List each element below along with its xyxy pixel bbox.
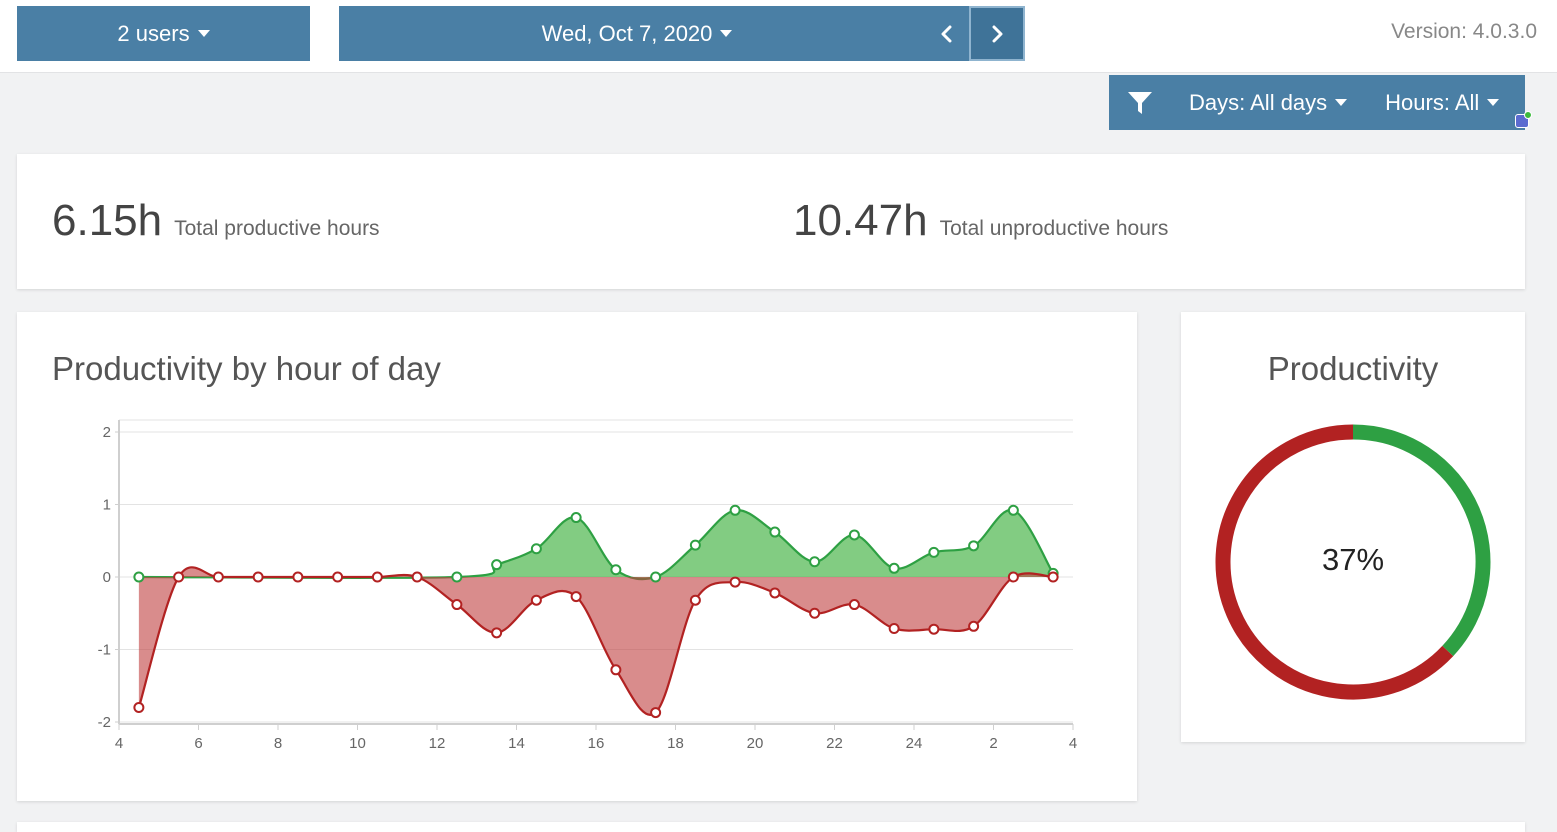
productive-point[interactable] — [570, 512, 582, 524]
unproductive-point[interactable] — [610, 664, 622, 676]
unproductive-point[interactable] — [888, 622, 900, 634]
unproductive-point[interactable] — [570, 591, 582, 603]
unproductive-area — [138, 567, 1054, 715]
hourly-chart-card: Productivity by hour of day -2 -1 0 1 2 4 6 8 10… — [17, 312, 1137, 801]
productive-point[interactable] — [769, 526, 781, 538]
unproductive-point[interactable] — [292, 571, 304, 583]
unproductive-point[interactable] — [252, 571, 264, 583]
unproductive-point[interactable] — [332, 571, 344, 583]
productive-point[interactable] — [491, 559, 503, 571]
days-filter-dropdown[interactable]: Days: All days — [1189, 89, 1348, 116]
hourly-chart: -2-10124 6 8 10 12 14 16 18 20 22 24 2 4 — [98, 419, 1077, 752]
productive-point[interactable] — [530, 543, 542, 555]
y-tick-label: 2 — [103, 424, 111, 441]
days-filter-label: Days: All days — [1189, 89, 1328, 115]
x-tick-label: 2 — [989, 735, 997, 752]
users-dropdown[interactable]: 2 users — [17, 6, 310, 61]
caret-down-icon — [720, 30, 733, 37]
next-day-button[interactable] — [969, 6, 1025, 61]
x-tick-label: 18 — [667, 735, 684, 752]
next-card-edge — [17, 822, 1525, 832]
hours-filter-label: Hours: All — [1385, 89, 1480, 115]
productive-point[interactable] — [848, 529, 860, 541]
filter-bar: Days: All days Hours: All — [1109, 75, 1525, 130]
productive-point[interactable] — [928, 546, 940, 558]
x-tick-label: 14 — [508, 735, 525, 752]
top-bar: 2 users Wed, Oct 7, 2020 Version: 4.0.3.… — [0, 0, 1557, 73]
productive-point[interactable] — [1007, 504, 1019, 516]
unproductive-point[interactable] — [530, 594, 542, 606]
unproductive-point[interactable] — [809, 607, 821, 619]
x-tick-label: 6 — [194, 735, 202, 752]
productive-point[interactable] — [650, 571, 662, 583]
x-tick-label: 10 — [349, 735, 366, 752]
y-tick-label: 1 — [103, 497, 111, 514]
unproductive-point[interactable] — [173, 571, 185, 583]
unproductive-point[interactable] — [491, 627, 503, 639]
y-tick-label: -1 — [98, 642, 111, 659]
filter-button[interactable] — [1109, 75, 1171, 130]
productive-point[interactable] — [729, 504, 741, 516]
funnel-icon — [1128, 91, 1152, 114]
unproductive-hours-label: Total unproductive hours — [939, 217, 1169, 240]
date-picker: Wed, Oct 7, 2020 — [339, 6, 1025, 61]
unproductive-point[interactable] — [968, 620, 980, 632]
users-label: 2 users — [117, 20, 190, 46]
productivity-card: Productivity 37% — [1181, 312, 1525, 742]
unproductive-point[interactable] — [928, 623, 940, 635]
productive-area — [138, 509, 1054, 580]
productive-point[interactable] — [133, 571, 145, 583]
productivity-ring-chart — [1215, 424, 1491, 700]
unproductive-point[interactable] — [1047, 571, 1059, 583]
previous-day-button[interactable] — [925, 6, 969, 61]
unproductive-point[interactable] — [729, 576, 741, 588]
unproductive-point[interactable] — [212, 571, 224, 583]
productive-point[interactable] — [451, 571, 463, 583]
unproductive-point[interactable] — [133, 702, 145, 713]
hours-filter-dropdown[interactable]: Hours: All — [1385, 89, 1500, 116]
chevron-left-icon — [941, 25, 952, 42]
x-tick-label: 4 — [1069, 735, 1077, 752]
unproductive-hours-value: 10.47h — [793, 196, 928, 245]
y-tick-label: 0 — [103, 569, 111, 586]
date-label: Wed, Oct 7, 2020 — [541, 20, 713, 46]
productive-point[interactable] — [968, 540, 980, 552]
productive-point[interactable] — [809, 556, 821, 568]
x-tick-label: 20 — [747, 735, 764, 752]
productive-hours-value: 6.15h — [52, 196, 163, 245]
caret-down-icon — [1335, 99, 1348, 106]
caret-down-icon — [197, 30, 210, 37]
unproductive-point[interactable] — [650, 707, 662, 719]
unproductive-total: 10.47h Total unproductive hours — [793, 196, 1168, 246]
productive-point[interactable] — [888, 562, 900, 574]
productive-point[interactable] — [610, 564, 622, 576]
version-text: Version: 4.0.3.0 — [1391, 20, 1537, 43]
unproductive-point[interactable] — [411, 571, 423, 583]
date-dropdown[interactable]: Wed, Oct 7, 2020 — [339, 6, 935, 61]
x-tick-label: 22 — [826, 735, 843, 752]
unproductive-point[interactable] — [451, 599, 463, 611]
productive-point[interactable] — [689, 539, 701, 551]
y-tick-label: -2 — [98, 714, 111, 731]
x-tick-label: 4 — [115, 735, 123, 752]
totals-card: 6.15h Total productive hours 10.47h Tota… — [17, 154, 1525, 289]
status-badge — [1515, 111, 1532, 128]
unproductive-point[interactable] — [371, 571, 383, 583]
productivity-percent: 37% — [1321, 542, 1385, 577]
productive-hours-label: Total productive hours — [174, 217, 380, 240]
unproductive-point[interactable] — [848, 599, 860, 611]
caret-down-icon — [1487, 99, 1500, 106]
x-tick-label: 16 — [588, 735, 605, 752]
x-tick-label: 24 — [906, 735, 923, 752]
unproductive-point[interactable] — [1007, 571, 1019, 583]
chevron-right-icon — [992, 25, 1003, 42]
x-tick-label: 8 — [274, 735, 282, 752]
unproductive-point[interactable] — [769, 587, 781, 599]
productive-total: 6.15h Total productive hours — [52, 196, 380, 246]
x-tick-label: 12 — [429, 735, 446, 752]
unproductive-point[interactable] — [689, 594, 701, 606]
